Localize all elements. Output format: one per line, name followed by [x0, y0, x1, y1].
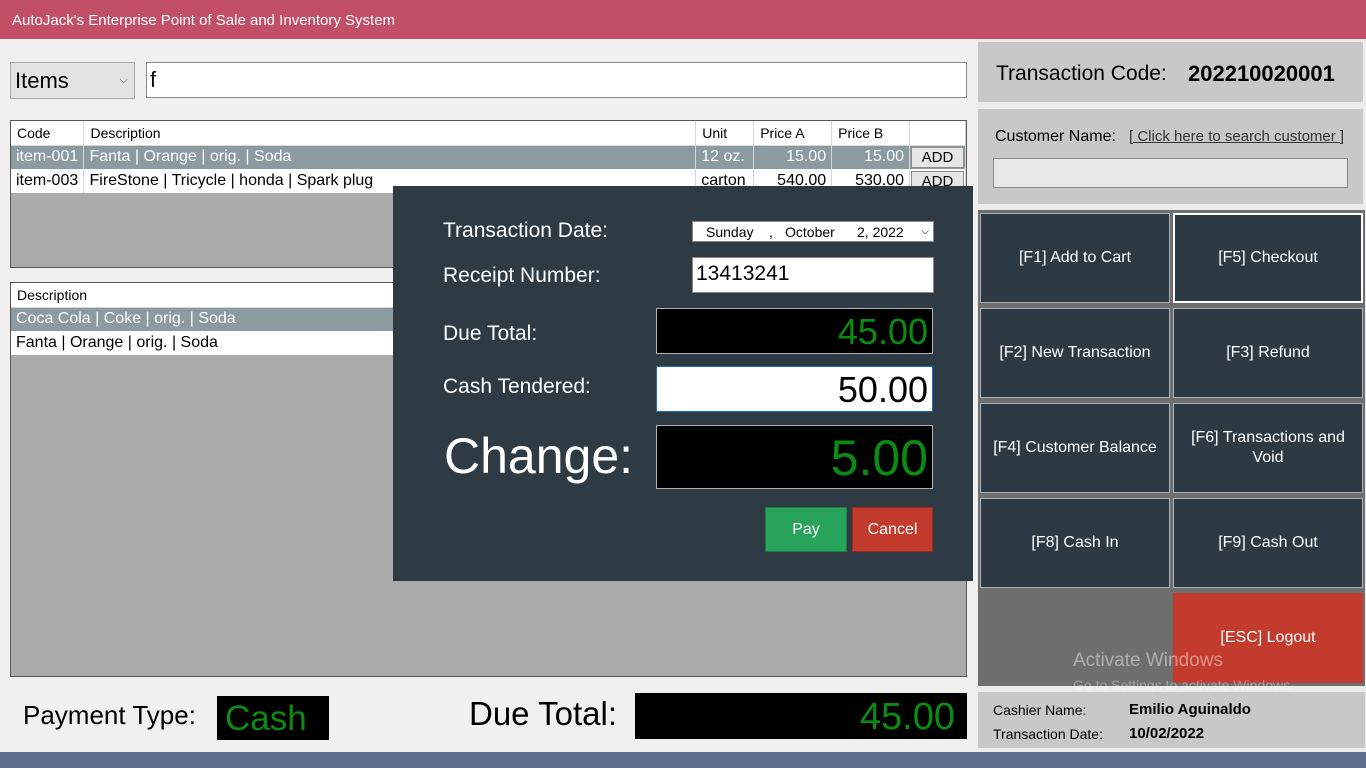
transaction-code-panel: Transaction Code: 202210020001: [978, 42, 1363, 102]
receipt-number-input[interactable]: 13413241: [692, 257, 934, 293]
checkout-dialog: Transaction Date: Sunday , October 2, 20…: [393, 186, 973, 581]
customer-panel: Customer Name: [ Click here to search cu…: [978, 109, 1363, 204]
window-title: AutoJack's Enterprise Point of Sale and …: [0, 0, 1366, 39]
transaction-code-label: Transaction Code:: [996, 62, 1167, 85]
column-header-price-a[interactable]: Price A: [753, 121, 833, 146]
dialog-transaction-date-label: Transaction Date:: [443, 219, 608, 242]
change-value: 5.00: [656, 425, 933, 489]
transactions-and-void-button[interactable]: [F6] Transactions and Void: [1173, 403, 1363, 493]
column-header-price-b[interactable]: Price B: [831, 121, 911, 146]
cell-description: Fanta | Orange | orig. | Soda: [83, 145, 697, 169]
cash-out-button[interactable]: [F9] Cash Out: [1173, 498, 1363, 588]
add-to-cart-button[interactable]: [F1] Add to Cart: [980, 213, 1170, 303]
search-input[interactable]: [146, 62, 967, 98]
search-type-value: Items: [15, 68, 69, 93]
chevron-down-icon: ⌵: [119, 74, 128, 86]
date-day-year: 2, 2022: [857, 224, 904, 240]
date-separator: ,: [769, 224, 773, 240]
date-weekday: Sunday: [706, 224, 754, 240]
status-strip: [0, 752, 1366, 768]
function-buttons-panel: [F1] Add to Cart [F5] Checkout [F2] New …: [978, 210, 1365, 686]
refund-button[interactable]: [F3] Refund: [1173, 308, 1363, 398]
customer-name-field[interactable]: [993, 158, 1348, 188]
activate-windows-watermark: Activate Windows: [1073, 650, 1223, 671]
due-total-label: Due Total:: [469, 695, 617, 732]
cell-code: item-003: [11, 169, 85, 193]
add-item-button[interactable]: ADD: [911, 146, 964, 168]
cash-in-button[interactable]: [F8] Cash In: [980, 498, 1170, 588]
cancel-button[interactable]: Cancel: [852, 507, 933, 552]
receipt-number-label: Receipt Number:: [443, 264, 601, 287]
column-header-code[interactable]: Code: [11, 121, 85, 146]
dialog-due-total-value: 45.00: [656, 308, 933, 354]
table-row[interactable]: item-001 Fanta | Orange | orig. | Soda 1…: [11, 145, 966, 169]
change-label: Change:: [444, 428, 634, 484]
cell-price-a: 15.00: [753, 145, 833, 169]
due-total-value: 45.00: [635, 693, 967, 739]
cell-price-b: 15.00: [831, 145, 911, 169]
column-header-action: [909, 121, 966, 146]
transaction-date-value: 10/02/2022: [1129, 725, 1205, 742]
transaction-date-picker[interactable]: Sunday , October 2, 2022 ⌵: [692, 221, 934, 242]
search-type-select[interactable]: Items ⌵: [10, 62, 135, 99]
search-customer-link[interactable]: [ Click here to search customer ]: [1129, 128, 1344, 145]
chevron-down-icon[interactable]: ⌵: [921, 222, 929, 242]
customer-name-label: Customer Name:: [995, 128, 1116, 145]
cash-tendered-input[interactable]: 50.00: [656, 366, 933, 412]
checkout-button[interactable]: [F5] Checkout: [1173, 213, 1363, 303]
cashier-name-label: Cashier Name:: [993, 702, 1087, 718]
column-header-description[interactable]: Description: [83, 121, 697, 146]
new-transaction-button[interactable]: [F2] New Transaction: [980, 308, 1170, 398]
payment-type-label: Payment Type:: [23, 700, 196, 730]
cell-unit: 12 oz.: [695, 145, 755, 169]
payment-type-value: Cash: [217, 696, 329, 740]
date-month: October: [785, 224, 835, 240]
customer-balance-button[interactable]: [F4] Customer Balance: [980, 403, 1170, 493]
transaction-code-value: 202210020001: [1188, 61, 1335, 86]
cash-tendered-label: Cash Tendered:: [443, 375, 591, 398]
items-table-header: Code Description Unit Price A Price B: [11, 121, 966, 146]
pay-button[interactable]: Pay: [765, 507, 847, 552]
cashier-name-value: Emilio Aguinaldo: [1129, 701, 1251, 718]
cell-code: item-001: [11, 145, 85, 169]
dialog-due-total-label: Due Total:: [443, 322, 538, 345]
column-header-unit[interactable]: Unit: [695, 121, 755, 146]
activate-windows-subtext: Go to Settings to activate Windows.: [1073, 677, 1294, 693]
transaction-date-label: Transaction Date:: [993, 726, 1103, 742]
cashier-info-panel: Cashier Name: Emilio Aguinaldo Transacti…: [978, 692, 1365, 748]
